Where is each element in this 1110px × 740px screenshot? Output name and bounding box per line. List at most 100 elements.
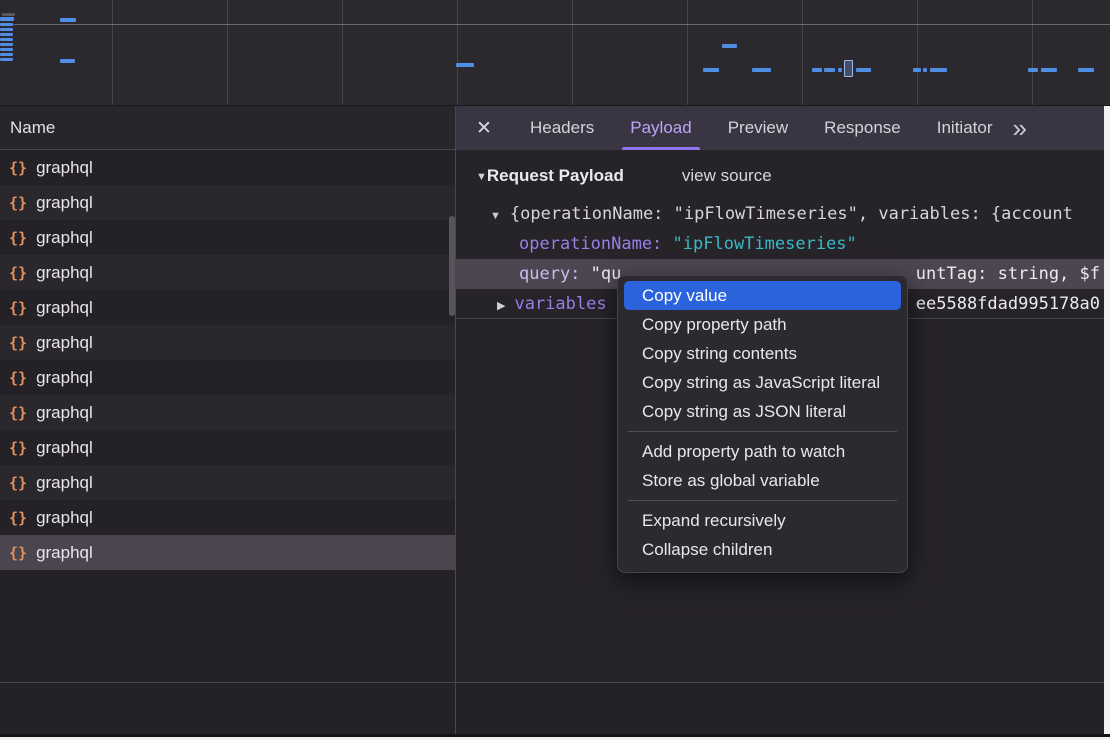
timeline-gridline: [687, 0, 688, 105]
request-row-graphql[interactable]: {} graphql: [0, 220, 455, 255]
request-name-label: graphql: [36, 438, 93, 458]
section-title: Request Payload: [487, 166, 624, 185]
tab-headers[interactable]: Headers: [512, 106, 612, 150]
timeline-gridline: [342, 0, 343, 105]
menu-divider: [628, 431, 897, 432]
name-column-header[interactable]: Name: [0, 106, 455, 150]
json-braces-icon: {}: [9, 299, 27, 317]
property-value: "ipFlowTimeseries": [673, 234, 857, 254]
request-name-label: graphql: [36, 263, 93, 283]
timeline-request-bar: [1041, 68, 1057, 72]
json-braces-icon: {}: [9, 159, 27, 177]
network-overview-strip[interactable]: [0, 0, 1110, 106]
request-row-graphql[interactable]: {}graphql: [0, 465, 455, 500]
timeline-request-bar: [812, 68, 822, 72]
timeline-request-bar: [0, 38, 13, 41]
request-row-graphql[interactable]: {} graphql: [0, 500, 455, 535]
timeline-request-bar: [722, 44, 737, 48]
request-row-graphql[interactable]: {}graphql: [0, 360, 455, 395]
menu-item-collapse-children[interactable]: Collapse children: [624, 535, 901, 564]
timeline-request-bar: [0, 53, 13, 56]
timeline-gridline: [572, 0, 573, 105]
object-preview: {operationName: "ipFlowTimeseries", vari…: [501, 204, 1073, 224]
footer-divider: [0, 682, 1110, 683]
timeline-gridline: [112, 0, 113, 105]
context-menu: Copy valueCopy property pathCopy string …: [617, 275, 908, 573]
tab-preview[interactable]: Preview: [710, 106, 806, 150]
timeline-gridline: [1032, 0, 1033, 105]
tab-payload[interactable]: Payload: [612, 106, 709, 150]
timeline-gridline: [917, 0, 918, 105]
json-braces-icon: {}: [9, 264, 27, 282]
timeline-request-bar: [752, 68, 771, 72]
timeline-request-bar: [0, 28, 13, 31]
request-name-label: graphql: [36, 158, 93, 178]
expanded-triangle-icon[interactable]: ▼: [490, 201, 501, 231]
screenshot-edge: [1104, 106, 1110, 740]
close-icon[interactable]: ✕: [456, 117, 512, 140]
request-name-label: graphql: [36, 508, 93, 528]
property-value-end: untTag: string, $f: [916, 259, 1100, 289]
timeline-request-bar: [856, 68, 871, 72]
tab-response[interactable]: Response: [806, 106, 919, 150]
tab-initiator[interactable]: Initiator: [919, 106, 1011, 150]
request-name-label: graphql: [36, 193, 93, 213]
request-row-graphql[interactable]: {} graphql: [0, 255, 455, 290]
json-braces-icon: {}: [9, 194, 27, 212]
devtools-network-panel: Name {} graphql {} graphql {} graphql {} graphq…: [0, 0, 1110, 740]
property-key: variables: [505, 294, 606, 314]
operation-name-row[interactable]: operationName: "ipFlowTimeseries": [456, 229, 1104, 259]
collapse-triangle-icon[interactable]: ▼: [476, 171, 487, 183]
timeline-request-bar: [824, 68, 835, 72]
requests-pane: Name {} graphql {} graphql {} graphql {} graphq…: [0, 106, 455, 682]
menu-item-copy-value[interactable]: Copy value: [624, 281, 901, 310]
timeline-gridline: [802, 0, 803, 105]
menu-item-add-property-path-to-watch[interactable]: Add property path to watch: [624, 437, 901, 466]
request-row-graphql[interactable]: {} graphql: [0, 290, 455, 325]
timeline-request-bar: [0, 33, 13, 36]
payload-root-row[interactable]: ▼{operationName: "ipFlowTimeseries", var…: [456, 199, 1104, 229]
request-name-label: graphql: [36, 403, 93, 423]
request-row-graphql[interactable]: {}graphql: [0, 535, 455, 570]
request-name-label: graphql: [36, 298, 93, 318]
json-braces-icon: {}: [9, 404, 27, 422]
timeline-request-bar: [60, 59, 75, 63]
json-braces-icon: {}: [9, 334, 27, 352]
request-row-graphql[interactable]: {} graphql: [0, 150, 455, 185]
timeline-request-bar: [1078, 68, 1094, 72]
request-row-graphql[interactable]: {} graphql: [0, 395, 455, 430]
property-key: query:: [519, 264, 591, 284]
request-row-graphql[interactable]: {} graphql: [0, 185, 455, 220]
json-braces-icon: {}: [9, 509, 27, 527]
timeline-request-bar: [0, 58, 13, 61]
menu-item-copy-string-contents[interactable]: Copy string contents: [624, 339, 901, 368]
timeline-request-bar: [930, 68, 947, 72]
timeline-request-bar: [456, 63, 474, 67]
menu-item-copy-string-as-json-literal[interactable]: Copy string as JSON literal: [624, 397, 901, 426]
request-name-label: graphql: [36, 228, 93, 248]
json-braces-icon: {}: [9, 544, 27, 562]
menu-item-copy-property-path[interactable]: Copy property path: [624, 310, 901, 339]
request-row-graphql[interactable]: {} graphql: [0, 325, 455, 360]
view-source-link[interactable]: view source: [682, 166, 772, 185]
timeline-request-bar: [1028, 68, 1038, 72]
timeline-request-bar: [923, 68, 927, 72]
json-braces-icon: {}: [9, 229, 27, 247]
timeline-request-bar: [838, 68, 842, 72]
timeline-request-bar: [0, 17, 14, 21]
request-name-label: graphql: [36, 473, 93, 493]
tab-items: HeadersPayloadPreviewResponseInitiator: [512, 106, 1010, 150]
menu-item-store-as-global-variable[interactable]: Store as global variable: [624, 466, 901, 495]
menu-divider: [628, 500, 897, 501]
menu-item-expand-recursively[interactable]: Expand recursively: [624, 506, 901, 535]
request-name-label: graphql: [36, 333, 93, 353]
timeline-gray-bar: [2, 13, 15, 16]
request-payload-header: ▼Request Payload view source: [456, 150, 1104, 186]
timeline-request-bar: [0, 48, 13, 51]
timeline-request-bar: [0, 43, 13, 46]
menu-item-copy-string-as-javascript-literal[interactable]: Copy string as JavaScript literal: [624, 368, 901, 397]
json-braces-icon: {}: [9, 369, 27, 387]
more-tabs-icon[interactable]: »: [1012, 106, 1026, 150]
request-row-graphql[interactable]: {}graphql: [0, 430, 455, 465]
request-detail-tabbar: ✕ HeadersPayloadPreviewResponseInitiator…: [456, 106, 1104, 150]
